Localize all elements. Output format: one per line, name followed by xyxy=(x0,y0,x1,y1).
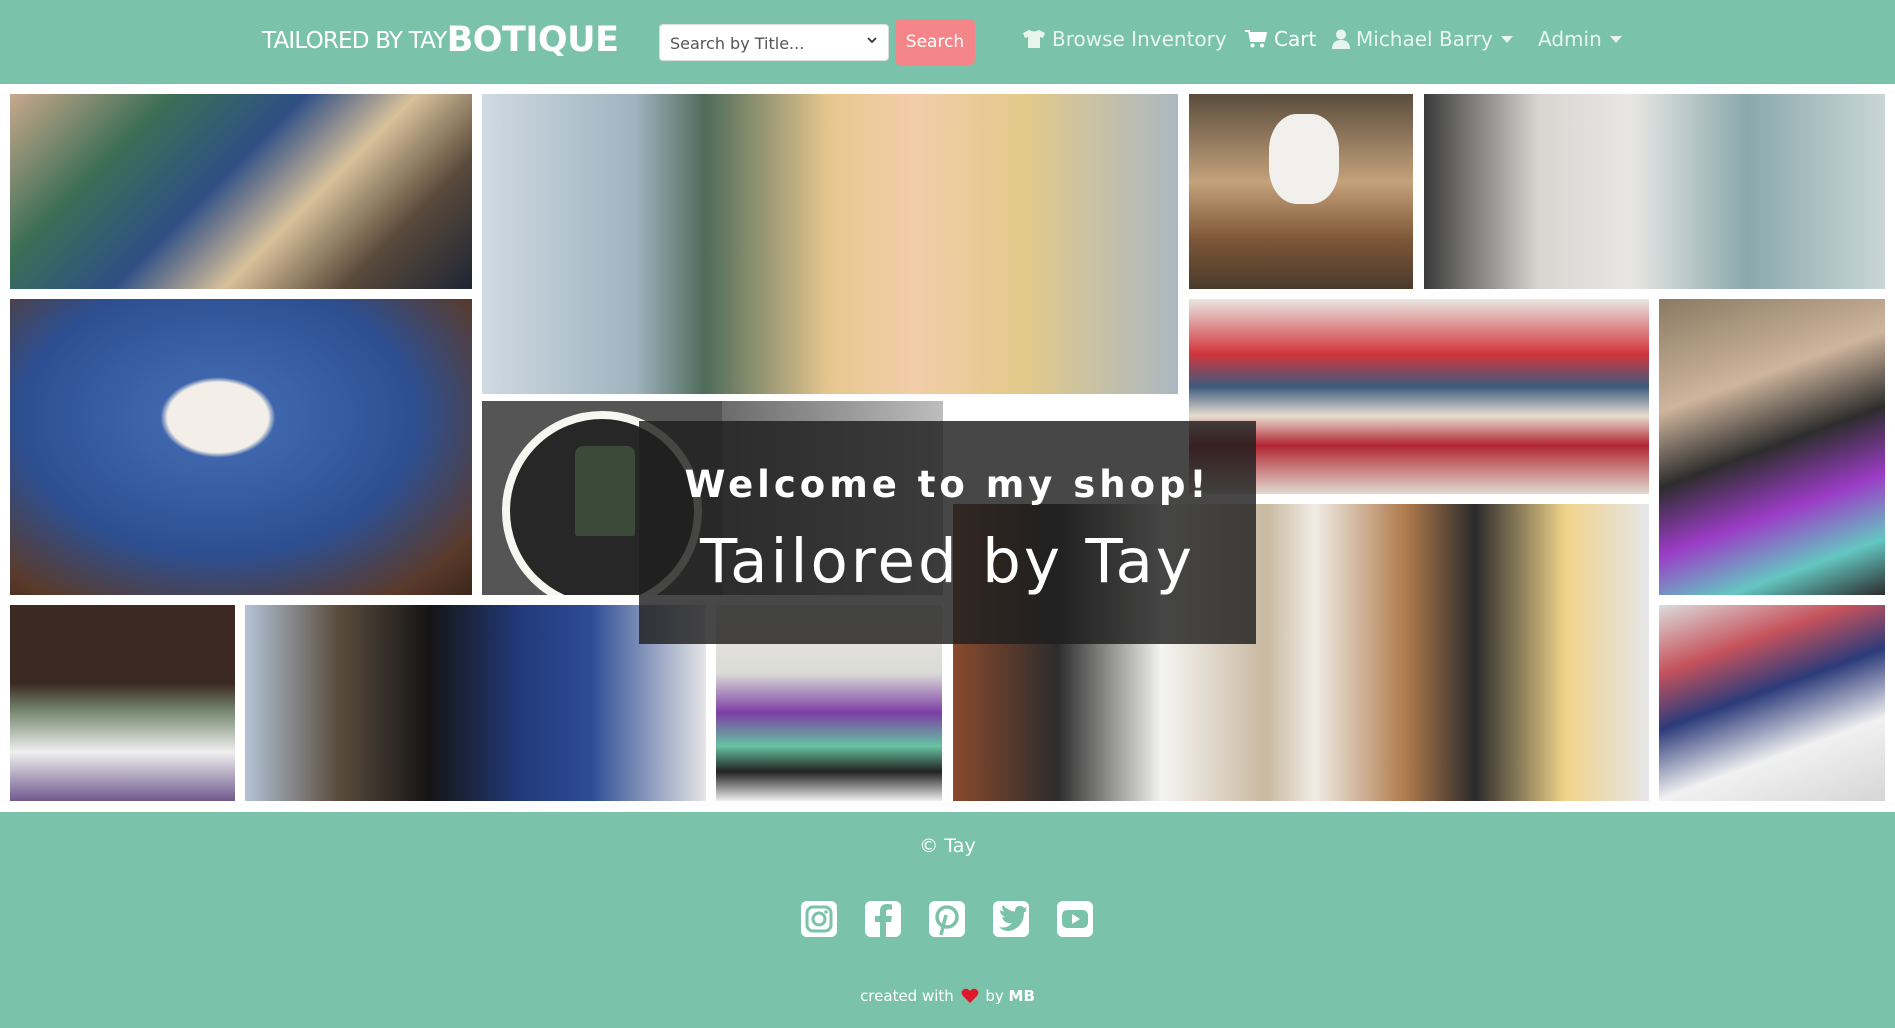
copyright: © Tay xyxy=(919,835,976,857)
nav-browse-inventory[interactable]: Browse Inventory xyxy=(1022,27,1227,51)
shop-title: Tailored by Tay xyxy=(700,526,1195,597)
sleeping-cat-photo xyxy=(1424,94,1885,289)
user-label: Michael Barry xyxy=(1356,27,1493,51)
browse-label: Browse Inventory xyxy=(1052,27,1227,51)
mountain-portrait-photo xyxy=(482,94,1178,394)
twitter-icon[interactable] xyxy=(992,900,1030,938)
folded-clothes-photo xyxy=(10,94,472,289)
chevron-down-icon xyxy=(866,34,878,50)
search-input[interactable]: Search by Title... xyxy=(659,24,889,61)
clothes-rack-photo xyxy=(1659,605,1885,801)
heart-icon xyxy=(961,988,978,1003)
caret-down-icon xyxy=(1500,36,1513,43)
credit-by: by xyxy=(985,987,1004,1005)
nav-admin-dropdown[interactable]: Admin xyxy=(1538,27,1622,51)
brand-logo[interactable]: TAILORED BY TAYBOTIQUE xyxy=(262,20,619,60)
credit-prefix: created with xyxy=(860,987,954,1005)
youtube-icon[interactable] xyxy=(1056,900,1094,938)
hero-collage: Welcome to my shop! Tailored by Tay xyxy=(0,84,1895,812)
navbar: TAILORED BY TAYBOTIQUE Search by Title..… xyxy=(0,0,1895,84)
user-icon xyxy=(1332,29,1350,49)
cart-label: Cart xyxy=(1274,27,1317,51)
nav-user-dropdown[interactable]: Michael Barry xyxy=(1332,27,1513,51)
search-placeholder: Search by Title... xyxy=(670,34,805,53)
brand-small: TAILORED BY TAY xyxy=(262,28,447,54)
nav-cart[interactable]: Cart xyxy=(1244,27,1316,51)
cat-on-box-photo xyxy=(1189,94,1413,289)
facebook-icon[interactable] xyxy=(864,900,902,938)
tshirt-icon xyxy=(1023,30,1045,48)
caret-down-icon xyxy=(1609,36,1622,43)
dog-mailbox-photo xyxy=(245,605,706,801)
admin-label: Admin xyxy=(1538,27,1602,51)
cat-in-blue-bag-photo xyxy=(10,299,472,595)
cart-icon xyxy=(1245,30,1268,48)
welcome-overlay: Welcome to my shop! Tailored by Tay xyxy=(639,421,1256,644)
folded-sweaters-photo xyxy=(1189,299,1649,494)
search-button[interactable]: Search xyxy=(895,19,975,65)
welcome-heading: Welcome to my shop! xyxy=(684,463,1211,506)
instagram-icon[interactable] xyxy=(800,900,838,938)
brand-big: BOTIQUE xyxy=(446,20,619,60)
pinterest-icon[interactable] xyxy=(928,900,966,938)
kitchen-boxes-photo xyxy=(10,605,235,801)
credit-line: created with by MB xyxy=(0,987,1895,1005)
credit-author[interactable]: MB xyxy=(1009,987,1035,1005)
woman-with-packages-photo xyxy=(1659,299,1885,595)
